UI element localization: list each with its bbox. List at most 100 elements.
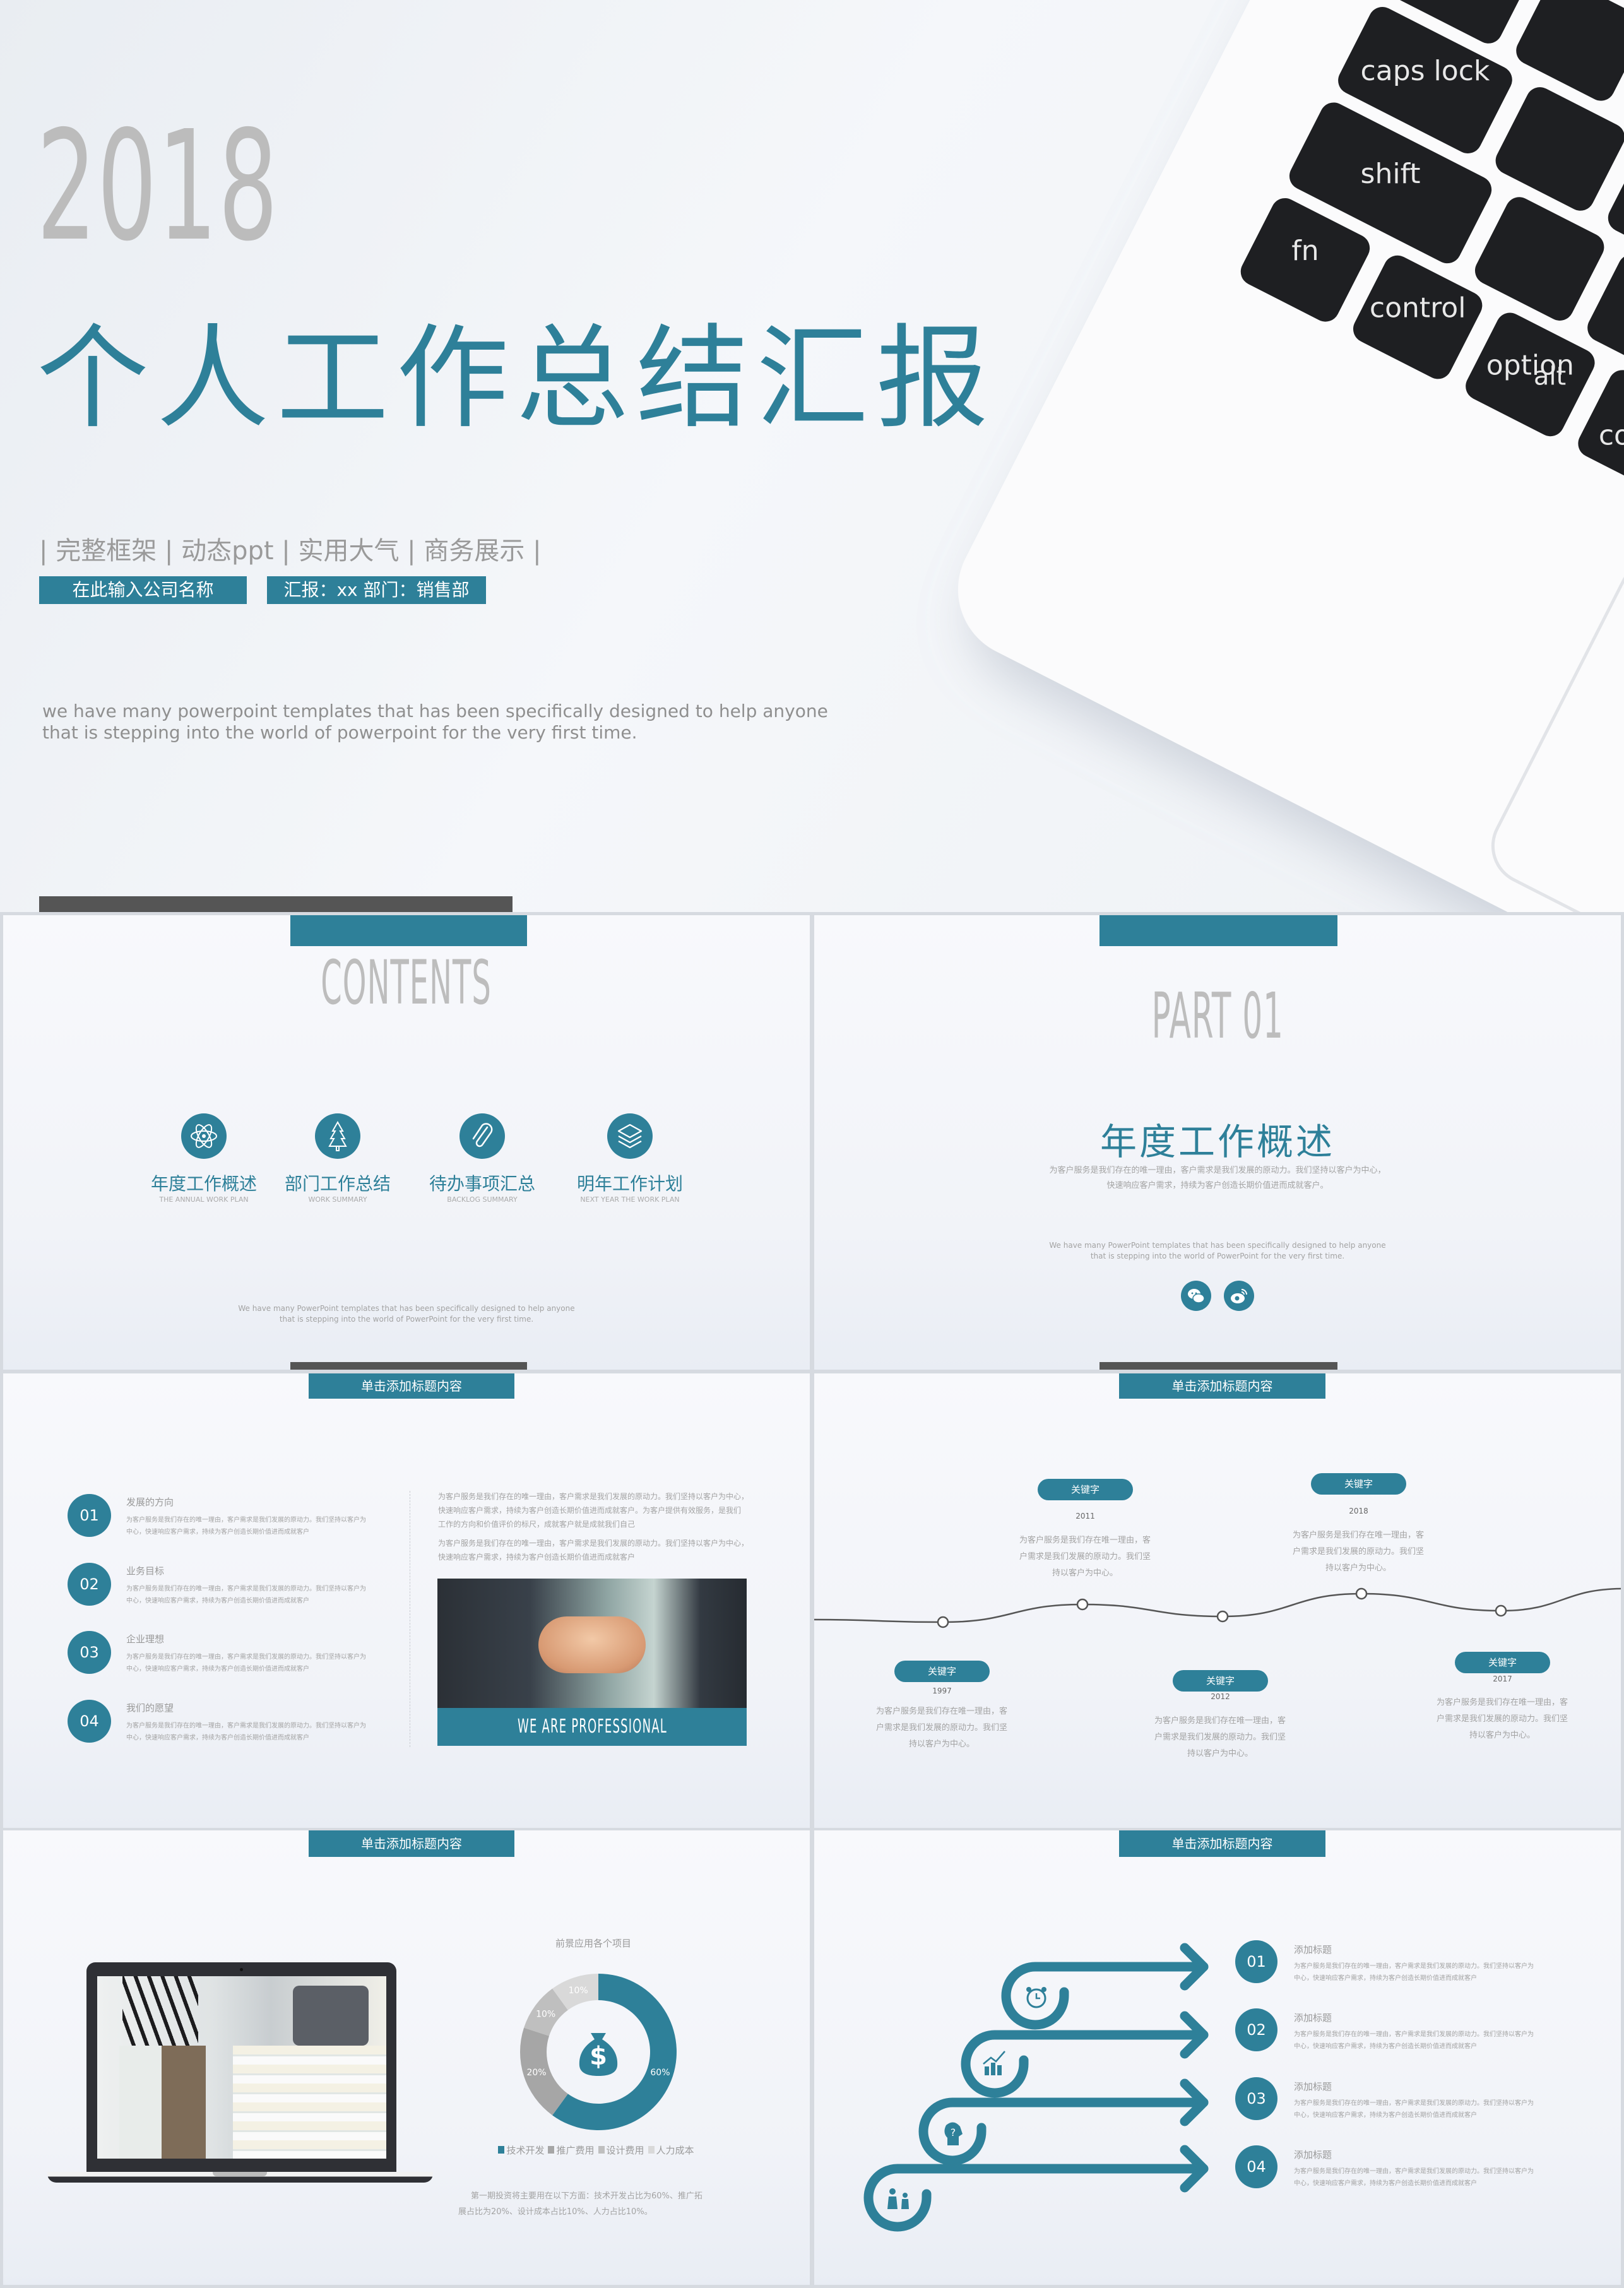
list-text-line: 中心，快速响应客户需求，持续为客户创造长期价值进而成就客户 [126, 1734, 309, 1741]
reporter-tag[interactable]: 汇报：xx 部门：销售部 [267, 576, 486, 604]
top-accent-bar [1099, 915, 1337, 946]
timeline-text-line: 为客户服务是我们存在唯一理由，客 [875, 1707, 1007, 1716]
arrow-text-line: 中心，快速响应客户需求，持续为客户创造长期价值进而成就客户 [1294, 2043, 1477, 2050]
list-heading: 发展的方向 [126, 1497, 174, 1508]
slice-label: 10% [536, 2009, 555, 2019]
keyword-pill[interactable]: 关键字 [1311, 1473, 1406, 1495]
timeline-slide[interactable]: 单击添加标题内容 关键字 1997 为客户服务是我们存在唯一理由，客 户需求是我们发展… [814, 1373, 1621, 1828]
timeline-text-line: 户需求是我们发展的原动力。我们坚 [1154, 1733, 1286, 1742]
legend-swatch [498, 2146, 505, 2154]
legend-item: 设计费用 [598, 2145, 644, 2156]
timeline-text-line: 户需求是我们发展的原动力。我们坚 [875, 1723, 1007, 1733]
part-label: PART 01 [1151, 979, 1284, 1053]
desc-line: We have many PowerPoint templates that h… [238, 1304, 575, 1313]
wechat-icon[interactable] [1181, 1281, 1211, 1311]
contents-item-subtitle: NEXT YEAR THE WORK PLAN [580, 1195, 680, 1204]
key-label: caps lock [1361, 55, 1490, 87]
legend-swatch [598, 2146, 605, 2154]
bottom-bar [1099, 1362, 1337, 1370]
handshake-photo [437, 1579, 747, 1708]
atom-icon[interactable] [181, 1113, 227, 1159]
legend-swatch [648, 2146, 655, 2154]
text-line: 快速响应客户需求，持续为客户创造长期价值进而成就客户。 [1106, 1181, 1329, 1190]
keyword-pill[interactable]: 关键字 [894, 1661, 990, 1682]
paragraph-line: 为客户服务是我们存在的唯一理由，客户需求是我们发展的原动力。我们坚持以客户为中心… [438, 1492, 749, 1501]
keyword-pill[interactable]: 关键字 [1173, 1670, 1268, 1692]
number-badge: 01 [1235, 1940, 1277, 1983]
timeline-year: 2018 [1349, 1507, 1368, 1515]
list-heading: 我们的愿望 [126, 1702, 174, 1714]
contents-title: CONTENTS [321, 947, 492, 1018]
keyword-pill[interactable]: 关键字 [1455, 1652, 1550, 1673]
timeline-node [937, 1616, 949, 1628]
slide-title-bar[interactable]: 单击添加标题内容 [309, 1373, 514, 1399]
text-line: 为客户服务是我们存在的唯一理由，客户需求是我们发展的原动力。我们坚持以客户为中心… [1049, 1166, 1386, 1175]
contents-item-title[interactable]: 部门工作总结 [268, 1170, 407, 1195]
legend-item: 人力成本 [648, 2145, 694, 2156]
chart-legend: 技术开发 推广费用 设计费用 人力成本 [467, 2143, 729, 2157]
desc-line: that is stepping into the world of Power… [279, 1315, 534, 1324]
contents-item-title[interactable]: 待办事项汇总 [413, 1170, 552, 1195]
hands-shape [538, 1616, 646, 1673]
timeline-text-line: 为客户服务是我们存在唯一理由，客 [1436, 1698, 1568, 1707]
part01-slide[interactable]: PART 01 年度工作概述 为客户服务是我们存在的唯一理由，客户需求是我们发展… [814, 915, 1621, 1370]
legend-label: 设计费用 [606, 2145, 644, 2156]
legend-label: 推广费用 [556, 2145, 595, 2156]
paperclip-icon[interactable] [459, 1113, 505, 1159]
timeline-text-line: 为客户服务是我们存在唯一理由，客 [1019, 1536, 1151, 1545]
curved-arrow [1001, 1943, 1209, 2030]
chart-slide[interactable]: 单击添加标题内容 前景应用各个项目 60% 20% 10% 10% $ 技术开发 推广费… [3, 1830, 810, 2285]
list-text-line: 为客户服务是我们存在的唯一理由，客户需求是我们发展的原动力。我们坚持以客户为 [126, 1586, 366, 1592]
key-label: shift [1361, 158, 1421, 190]
tree-icon[interactable] [315, 1113, 360, 1159]
timeline-node [1495, 1604, 1507, 1617]
part-title: 年度工作概述 [1099, 1120, 1335, 1163]
cover-bottom-bar [39, 896, 513, 912]
cover-slide[interactable]: fncontroloptioncommandshiftZcaps lockAQa… [0, 0, 1624, 912]
legend-item: 技术开发 [498, 2145, 544, 2156]
company-name-tag[interactable]: 在此输入公司名称 [39, 576, 247, 604]
paragraph-line: 工作的方向和价值评价的标尺，成就客户就是成就我们自己 [438, 1520, 636, 1529]
contents-slide[interactable]: CONTENTS 年度工作概述 THE ANNUAL WORK PLAN 部门工作总… [3, 915, 810, 1370]
timeline-text-line: 户需求是我们发展的原动力。我们坚 [1436, 1714, 1568, 1724]
timeline-text-line: 持以客户为中心。 [908, 1740, 975, 1749]
growth-chart-icon [983, 2051, 1005, 2075]
timeline-year: 1997 [932, 1686, 952, 1695]
number-badge: 04 [1235, 2145, 1277, 2188]
layers-icon[interactable] [607, 1113, 653, 1159]
desc-line: 展占比为20%、设计成本占比10%、人力占比10%。 [458, 2207, 653, 2217]
chart-description: 第一期投资将主要用在以下方面：技术开发占比为60%、推广拓 展占比为20%、设计… [458, 2188, 736, 2220]
timeline-year: 2012 [1211, 1692, 1230, 1701]
paragraph-line: 为客户服务是我们存在的唯一理由，客户需求是我们发展的原动力。我们坚持以客户为中心… [438, 1539, 749, 1548]
legend-swatch [548, 2146, 555, 2154]
arrow-heading: 添加标题 [1294, 1944, 1332, 1955]
cover-subtitle: | 完整框架 | 动态ppt | 实用大气 | 商务展示 | [39, 536, 542, 566]
number-badge: 03 [68, 1631, 111, 1674]
timeline-node [1216, 1610, 1229, 1623]
top-accent-bar [290, 915, 527, 946]
list-slide[interactable]: 单击添加标题内容 01 发展的方向 为客户服务是我们存在的唯一理由，客户需求是我们发… [3, 1373, 810, 1828]
number-badge: 02 [68, 1563, 111, 1606]
list-text-line: 为客户服务是我们存在的唯一理由，客户需求是我们发展的原动力。我们坚持以客户为 [126, 1654, 366, 1661]
timeline-text: 为客户服务是我们存在唯一理由，客 户需求是我们发展的原动力。我们坚 持以客户为中心。 [1009, 1532, 1161, 1582]
arrows-slide[interactable]: 单击添加标题内容 ? 01 添加标题 为客户服务是我们存在的唯一理由，客户需求是我们… [814, 1830, 1621, 2285]
slice-label: 20% [526, 2068, 546, 2078]
curved-arrow [863, 2145, 1209, 2232]
number-badge: 04 [68, 1700, 111, 1743]
number-badge: 01 [68, 1494, 111, 1537]
number-badge: 02 [1235, 2008, 1277, 2051]
contents-description: We have many PowerPoint templates that h… [3, 1303, 810, 1325]
timeline-text: 为客户服务是我们存在唯一理由，客 户需求是我们发展的原动力。我们坚 持以客户为中心。 [1283, 1527, 1434, 1577]
contents-item-title[interactable]: 明年工作计划 [560, 1170, 699, 1195]
contents-item-title[interactable]: 年度工作概述 [134, 1170, 273, 1195]
timeline-text-line: 持以客户为中心。 [1325, 1563, 1391, 1573]
cover-year: 2018 [37, 98, 279, 275]
weibo-icon[interactable] [1224, 1281, 1254, 1311]
slice-label: 10% [569, 1986, 588, 1996]
timeline-text: 为客户服务是我们存在唯一理由，客 户需求是我们发展的原动力。我们坚 持以客户为中心。 [866, 1704, 1017, 1753]
arrow-text-line: 为客户服务是我们存在的唯一理由，客户需求是我们发展的原动力。我们坚持以客户为 [1294, 1963, 1534, 1970]
legend-item: 推广费用 [548, 2145, 595, 2156]
keyword-pill[interactable]: 关键字 [1038, 1479, 1133, 1500]
number-badge: 03 [1235, 2077, 1277, 2120]
contents-item-subtitle: THE ANNUAL WORK PLAN [159, 1195, 249, 1204]
